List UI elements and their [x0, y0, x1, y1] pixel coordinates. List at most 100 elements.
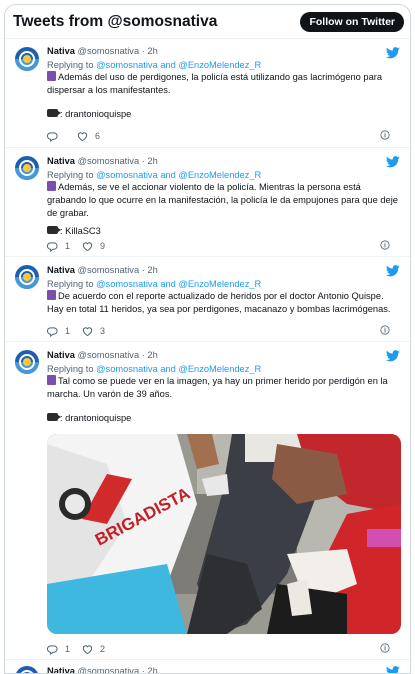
- tweet[interactable]: Nativa @somosnativa · 2h: [5, 660, 410, 674]
- reply-action[interactable]: 1: [47, 326, 70, 337]
- like-count: 6: [95, 131, 101, 141]
- author-handle[interactable]: @somosnativa: [78, 350, 140, 360]
- tweet-meta: Nativa @somosnativa · 2h: [47, 666, 158, 674]
- credit-text: : KillaSC3: [60, 226, 101, 237]
- like-icon: [82, 326, 93, 336]
- embedded-timeline: Tweets from @somosnativa Follow on Twitt…: [4, 4, 411, 674]
- info-icon: [380, 240, 390, 250]
- tweet-body: Nativa @somosnativa · 2h Replying to @so…: [47, 156, 400, 236]
- tweet-time[interactable]: 2h: [147, 156, 157, 166]
- like-icon: [82, 241, 93, 251]
- tweet-meta: Nativa @somosnativa · 2h: [47, 265, 158, 275]
- follow-button[interactable]: Follow on Twitter: [300, 11, 404, 32]
- replying-to: Replying to @somosnativa and @EnzoMelend…: [47, 60, 400, 70]
- info-button[interactable]: [380, 240, 390, 252]
- tweet-time[interactable]: 2h: [147, 265, 157, 275]
- tweet-text: Además, se ve el accionar violento de la…: [47, 181, 400, 219]
- photo-injured-protester: BRIGADISTA: [47, 434, 401, 634]
- tweet-text: De acuerdo con el reporte actualizado de…: [47, 290, 400, 316]
- avatar[interactable]: [15, 265, 39, 289]
- tweet-time[interactable]: 2h: [147, 350, 157, 360]
- like-count: 9: [100, 241, 106, 251]
- camera-emoji-icon: [47, 412, 61, 421]
- tweet-photo[interactable]: BRIGADISTA: [47, 434, 401, 634]
- replying-users-link[interactable]: @somosnativa and @EnzoMelendez_R: [96, 279, 261, 289]
- replying-users-link[interactable]: @somosnativa and @EnzoMelendez_R: [96, 60, 261, 70]
- credit-text: : drantonioquispe: [60, 412, 132, 423]
- like-action[interactable]: 3: [82, 326, 105, 337]
- author-name[interactable]: Nativa: [47, 265, 75, 275]
- reply-icon: [47, 241, 58, 252]
- tweet-actions: 1 9: [47, 239, 400, 253]
- video-credit: : KillaSC3: [47, 226, 400, 236]
- tweet-body: Nativa @somosnativa · 2h Replying to @so…: [47, 265, 400, 316]
- author-handle[interactable]: @somosnativa: [78, 46, 140, 56]
- tweet[interactable]: Nativa @somosnativa · 2h Replying to @so…: [5, 39, 410, 148]
- author-name[interactable]: Nativa: [47, 666, 75, 673]
- like-action[interactable]: 2: [82, 644, 105, 655]
- avatar[interactable]: [15, 666, 39, 673]
- reply-action[interactable]: 1: [47, 241, 70, 252]
- reply-icon: [47, 644, 58, 655]
- tweet-body: Nativa @somosnativa · 2h Replying to @so…: [47, 46, 400, 119]
- tweet-time[interactable]: 2h: [147, 46, 157, 56]
- tweet-body: Nativa @somosnativa · 2h Replying to @so…: [47, 350, 400, 423]
- author-name[interactable]: Nativa: [47, 156, 75, 166]
- tweet-text: Tal como se puede ver en la imagen, ya h…: [47, 375, 400, 401]
- avatar[interactable]: [15, 156, 39, 180]
- replying-users-link[interactable]: @somosnativa and @EnzoMelendez_R: [96, 364, 261, 374]
- author-handle[interactable]: @somosnativa: [78, 156, 140, 166]
- like-icon: [77, 131, 88, 141]
- purple-square-emoji-icon: [47, 290, 56, 300]
- replying-prefix: Replying to: [47, 279, 97, 289]
- avatar[interactable]: [15, 350, 39, 374]
- author-name[interactable]: Nativa: [47, 46, 75, 56]
- info-icon: [380, 325, 390, 335]
- tweet-actions: 6: [47, 129, 400, 143]
- tweet[interactable]: Nativa @somosnativa · 2h Replying to @so…: [5, 148, 410, 257]
- author-handle[interactable]: @somosnativa: [78, 666, 140, 673]
- replying-prefix: Replying to: [47, 170, 97, 180]
- purple-square-emoji-icon: [47, 181, 56, 191]
- replying-to: Replying to @somosnativa and @EnzoMelend…: [47, 279, 400, 289]
- reply-icon: [47, 131, 58, 142]
- reply-count: 1: [65, 644, 71, 654]
- reply-icon: [47, 326, 58, 337]
- like-action[interactable]: 9: [82, 241, 105, 252]
- replying-to: Replying to @somosnativa and @EnzoMelend…: [47, 170, 400, 180]
- tweet-text: Además del uso de perdigones, la policía…: [47, 71, 400, 97]
- purple-square-emoji-icon: [47, 375, 56, 385]
- credit-text: : drantonioquispe: [60, 108, 132, 119]
- video-credit: : drantonioquispe: [47, 108, 400, 119]
- tweet[interactable]: Nativa @somosnativa · 2h Replying to @so…: [5, 342, 410, 660]
- like-action[interactable]: 6: [77, 131, 100, 142]
- replying-prefix: Replying to: [47, 60, 97, 70]
- timeline-header: Tweets from @somosnativa Follow on Twitt…: [5, 5, 410, 39]
- replying-prefix: Replying to: [47, 364, 97, 374]
- tweet-text-content: Además, se ve el accionar violento de la…: [47, 182, 398, 218]
- reply-action[interactable]: 1: [47, 644, 70, 655]
- tweet[interactable]: Nativa @somosnativa · 2h Replying to @so…: [5, 257, 410, 342]
- replying-to: Replying to @somosnativa and @EnzoMelend…: [47, 364, 400, 374]
- camera-emoji-icon: [47, 108, 61, 117]
- camera-emoji-icon: [47, 226, 61, 235]
- timeline-title: Tweets from @somosnativa: [13, 12, 218, 30]
- reply-count: 1: [65, 241, 71, 251]
- avatar[interactable]: [15, 47, 39, 71]
- tweet-meta: Nativa @somosnativa · 2h: [47, 156, 158, 166]
- like-count: 2: [100, 644, 106, 654]
- tweet-text-content: Además del uso de perdigones, la policía…: [47, 72, 383, 95]
- reply-action[interactable]: [47, 131, 65, 142]
- reply-count: 1: [65, 326, 71, 336]
- tweet-text-content: De acuerdo con el reporte actualizado de…: [47, 291, 391, 314]
- info-button[interactable]: [380, 325, 390, 337]
- video-credit: : drantonioquispe: [47, 412, 400, 423]
- author-handle[interactable]: @somosnativa: [78, 265, 140, 275]
- replying-users-link[interactable]: @somosnativa and @EnzoMelendez_R: [96, 170, 261, 180]
- info-button[interactable]: [380, 643, 390, 655]
- purple-square-emoji-icon: [47, 71, 56, 81]
- info-button[interactable]: [380, 130, 390, 142]
- tweet-time[interactable]: 2h: [147, 666, 157, 673]
- tweet-body: Nativa @somosnativa · 2h: [47, 666, 400, 674]
- author-name[interactable]: Nativa: [47, 350, 75, 360]
